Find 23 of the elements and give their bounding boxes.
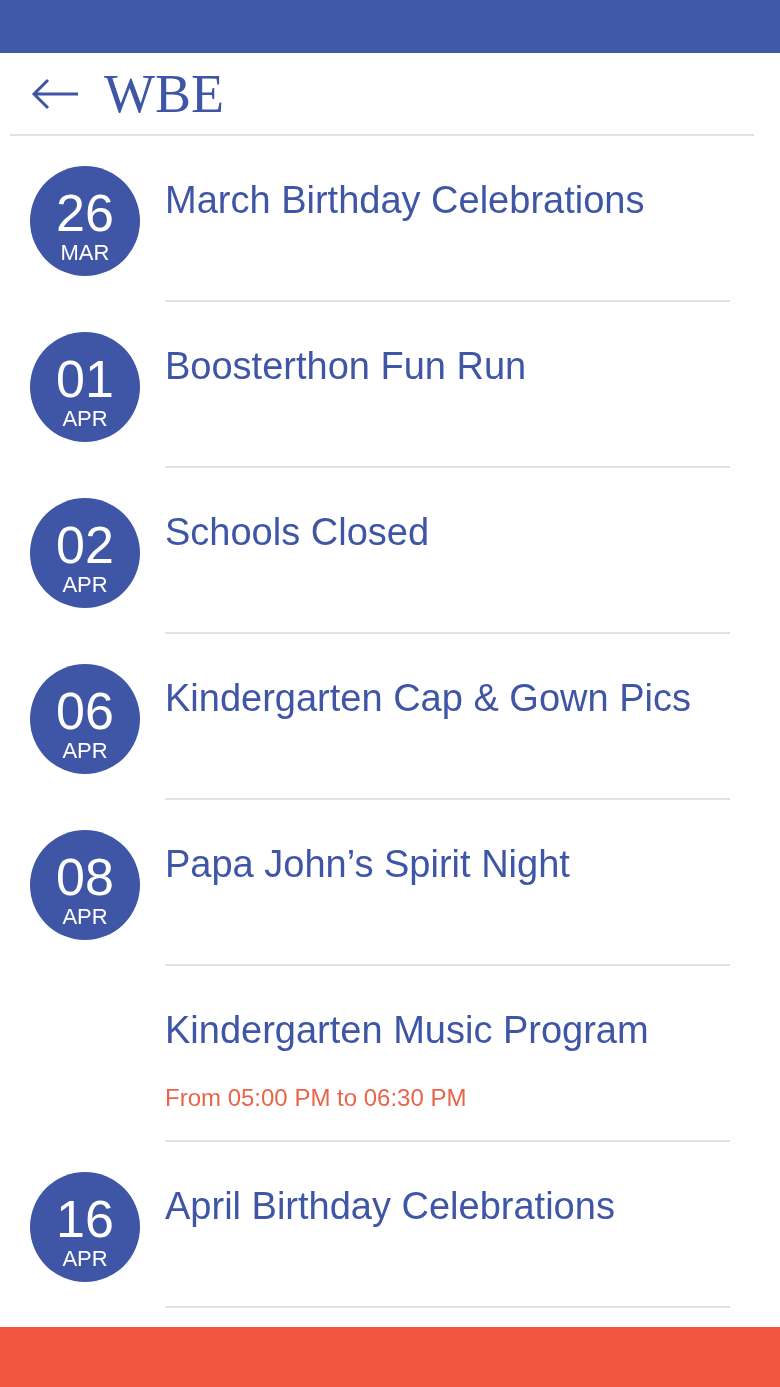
event-item[interactable]: 26 MAR March Birthday Celebrations: [0, 136, 780, 302]
date-badge: 02 APR: [30, 498, 140, 608]
event-title: March Birthday Celebrations: [165, 178, 646, 223]
event-item[interactable]: 02 APR Schools Closed: [0, 468, 780, 634]
back-arrow-icon[interactable]: [30, 76, 80, 111]
event-title: Kindergarten Cap & Gown Pics: [165, 676, 692, 721]
event-time: From 05:00 PM to 06:30 PM: [165, 1084, 468, 1112]
event-item[interactable]: Kindergarten Music Program From 05:00 PM to 06:30 PM: [0, 966, 780, 1142]
event-title: Papa John’s Spirit Night: [165, 842, 571, 887]
event-title: Kindergarten Music Program: [165, 1008, 650, 1053]
date-badge: 26 MAR: [30, 166, 140, 276]
event-item[interactable]: 06 APR Kindergarten Cap & Gown Pics: [0, 634, 780, 800]
event-item[interactable]: 16 APR April Birthday Celebrations: [0, 1142, 780, 1308]
event-title: April Birthday Celebrations: [165, 1184, 616, 1229]
date-badge: 01 APR: [30, 332, 140, 442]
page-title: WBE: [104, 62, 224, 125]
date-badge: 06 APR: [30, 664, 140, 774]
date-badge: 16 APR: [30, 1172, 140, 1282]
event-item[interactable]: 08 APR Papa John’s Spirit Night: [0, 800, 780, 966]
event-item[interactable]: 01 APR Boosterthon Fun Run: [0, 302, 780, 468]
event-title: Boosterthon Fun Run: [165, 344, 528, 389]
event-title: Schools Closed: [165, 510, 431, 555]
date-badge: 08 APR: [30, 830, 140, 940]
